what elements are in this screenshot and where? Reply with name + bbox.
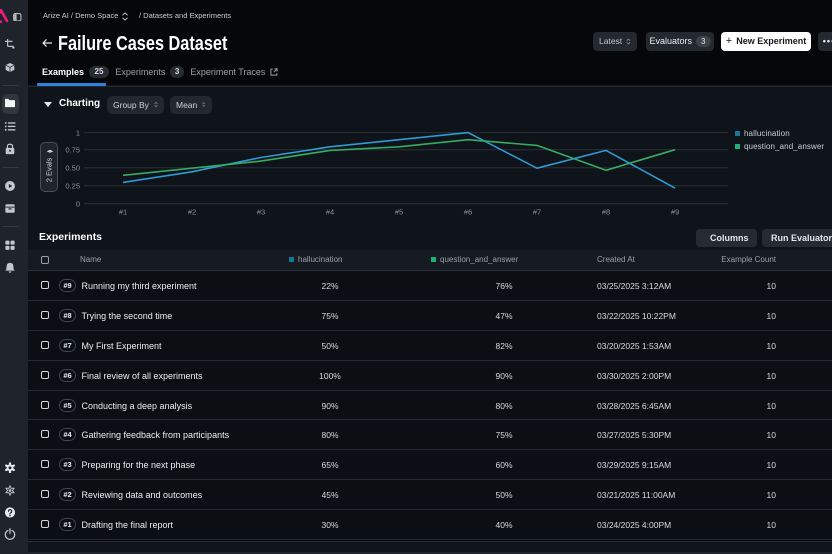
svg-text:0: 0	[76, 200, 80, 209]
svg-text:#9: #9	[671, 208, 679, 217]
svg-text:#5: #5	[395, 208, 403, 217]
svg-text:#3: #3	[257, 208, 265, 217]
svg-text:0.75: 0.75	[65, 146, 80, 155]
svg-text:0.25: 0.25	[65, 182, 80, 191]
svg-text:#4: #4	[326, 208, 334, 217]
svg-text:#1: #1	[119, 208, 127, 217]
svg-text:0.50: 0.50	[65, 163, 80, 172]
svg-text:#8: #8	[602, 208, 610, 217]
svg-text:1: 1	[76, 128, 80, 137]
svg-text:#2: #2	[188, 208, 196, 217]
svg-text:#7: #7	[533, 208, 541, 217]
svg-text:#6: #6	[464, 208, 472, 217]
